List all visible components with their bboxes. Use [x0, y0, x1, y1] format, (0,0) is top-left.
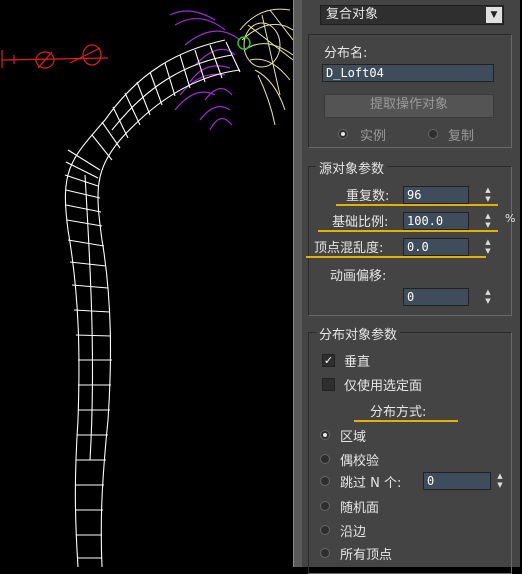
skip-n-radio[interactable]	[320, 476, 330, 486]
anim-offset-label: 动画偏移:	[330, 269, 387, 284]
copy-label: 复制	[448, 129, 475, 144]
copy-radio[interactable]	[428, 129, 438, 139]
vertex-chaos-field[interactable]: 0.0	[403, 238, 469, 256]
loft-stem-wireframe	[64, 39, 241, 567]
perpendicular-checkbox[interactable]: ✓	[322, 354, 335, 367]
random-faces-label: 随机面	[340, 501, 380, 516]
duplicates-spinner[interactable]: ▲ ▼	[482, 186, 494, 204]
red-helper-object	[1, 44, 109, 69]
command-panel: 复合对象 ▼ 分布名: D_Loft04 提取操作对象 实例 复制 源对象参数 …	[302, 0, 520, 574]
skip-n-spinner[interactable]: ▲ ▼	[494, 472, 506, 490]
distribution-name-field[interactable]: D_Loft04	[322, 64, 494, 82]
base-scale-underline	[318, 230, 498, 232]
skip-n-label: 跳过 N 个:	[340, 476, 402, 491]
viewport[interactable]	[0, 0, 293, 567]
purple-leaves	[169, 10, 241, 131]
side-mark: %	[505, 212, 516, 225]
random-faces-radio[interactable]	[320, 501, 330, 511]
wireframe-scene	[1, 8, 293, 567]
even-radio[interactable]	[320, 454, 330, 464]
vertex-chaos-underline	[306, 256, 486, 258]
distribution-name-label: 分布名:	[324, 46, 368, 61]
even-label: 偶校验	[340, 454, 380, 469]
area-radio[interactable]	[320, 430, 330, 440]
object-type-value: 复合对象	[326, 7, 379, 22]
base-scale-label: 基础比例:	[332, 215, 389, 230]
duplicates-field[interactable]: 96	[403, 186, 469, 204]
anim-offset-spinner[interactable]: ▲ ▼	[482, 288, 494, 306]
duplicates-underline	[336, 204, 498, 206]
along-edges-radio[interactable]	[320, 525, 330, 535]
anim-offset-field[interactable]: 0	[403, 288, 469, 306]
all-vertices-label: 所有顶点	[340, 548, 393, 563]
base-scale-spinner[interactable]: ▲ ▼	[482, 212, 494, 230]
chevron-down-icon[interactable]: ▼	[486, 7, 502, 23]
pick-operand-button[interactable]: 提取操作对象	[324, 94, 494, 118]
method-underline	[354, 420, 458, 422]
vertex-chaos-label: 顶点混乱度:	[314, 241, 384, 256]
area-label: 区域	[340, 430, 367, 445]
object-type-dropdown[interactable]: 复合对象 ▼	[320, 5, 504, 25]
base-scale-field[interactable]: 100.0	[403, 212, 469, 230]
duplicates-label: 重复数:	[346, 189, 390, 204]
skip-n-field[interactable]: 0	[423, 472, 491, 490]
method-label: 分布方式:	[370, 405, 427, 420]
vertex-chaos-spinner[interactable]: ▲ ▼	[482, 238, 494, 256]
source-params-title: 源对象参数	[316, 158, 388, 177]
instance-label: 实例	[360, 129, 387, 144]
distrib-params-title: 分布对象参数	[316, 324, 401, 343]
yellow-flower	[239, 8, 293, 126]
selected-faces-label: 仅使用选定面	[344, 379, 423, 394]
instance-radio[interactable]	[338, 129, 348, 139]
distrib-params-group	[308, 332, 512, 574]
selected-faces-checkbox[interactable]	[322, 378, 335, 391]
all-vertices-radio[interactable]	[320, 548, 330, 558]
along-edges-label: 沿边	[340, 525, 367, 540]
perpendicular-label: 垂直	[344, 355, 371, 370]
